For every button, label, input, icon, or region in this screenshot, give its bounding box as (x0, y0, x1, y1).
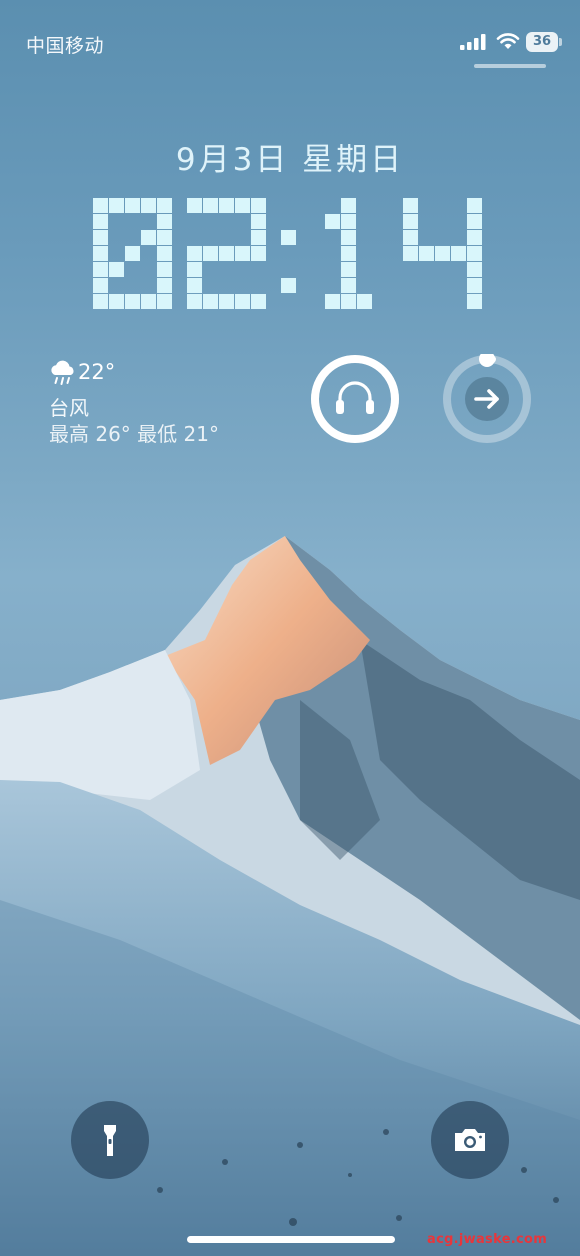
weather-high-low: 最高 26° 最低 21° (49, 422, 219, 446)
shortcut-widget[interactable] (442, 351, 532, 444)
clock-pixel (93, 230, 108, 245)
clock-pixel (157, 214, 172, 229)
clock-pixel (325, 214, 340, 229)
clock-pixel (467, 214, 482, 229)
clock-pixel (109, 294, 124, 309)
clock-pixel (203, 198, 218, 213)
clock-pixel (341, 214, 356, 229)
clock-pixel (187, 278, 202, 293)
clock-pixel (93, 262, 108, 277)
clock-pixel (467, 294, 482, 309)
clock-pixel (251, 294, 266, 309)
clock-pixel (93, 198, 108, 213)
carrier-name: 中国移动 (26, 35, 105, 57)
clock-pixel (251, 214, 266, 229)
weather-condition: 台风 (49, 396, 89, 420)
clock-pixel (467, 198, 482, 213)
clock-pixel (341, 294, 356, 309)
clock-pixel (357, 294, 372, 309)
weather-widget[interactable]: 22° 台风 最高 26° 最低 21° (48, 358, 278, 448)
wifi-icon (496, 33, 520, 49)
clock-pixel (93, 278, 108, 293)
headphones-battery-widget[interactable] (310, 354, 400, 444)
home-indicator[interactable] (187, 1236, 395, 1243)
clock-pixel (341, 278, 356, 293)
clock-pixel (235, 294, 250, 309)
clock-pixel (93, 246, 108, 261)
clock-pixel (125, 246, 140, 261)
battery-icon: 36 (526, 32, 562, 52)
clock-pixel (157, 230, 172, 245)
clock-pixel (235, 198, 250, 213)
clock-pixel (219, 246, 234, 261)
clock-pixel (187, 246, 202, 261)
clock-pixel (403, 230, 418, 245)
clock-pixel (403, 214, 418, 229)
headphones-ring (311, 355, 399, 443)
clock-pixel (341, 198, 356, 213)
clock-pixel (341, 230, 356, 245)
clock-pixel (157, 246, 172, 261)
cellular-signal-icon (460, 34, 486, 50)
lock-date: 9月3日 星期日 (175, 142, 405, 178)
clock-pixel (341, 246, 356, 261)
shortcut-ring (443, 351, 531, 443)
clock-pixel (281, 230, 296, 245)
clock-pixel (419, 246, 434, 261)
clock-pixel (141, 294, 156, 309)
clock-pixel (141, 230, 156, 245)
headphones-icon (336, 381, 374, 414)
clock-pixel (235, 246, 250, 261)
clock-pixel (157, 198, 172, 213)
clock-pixel (109, 262, 124, 277)
clock-pixel (467, 278, 482, 293)
control-center-indicator[interactable] (474, 64, 546, 68)
clock-pixel (325, 294, 340, 309)
clock-pixel (187, 198, 202, 213)
clock-pixel (403, 246, 418, 261)
clock-pixel (157, 278, 172, 293)
cloud-rain-icon (51, 360, 74, 385)
clock-pixel (435, 246, 450, 261)
clock-pixel (141, 198, 156, 213)
pixel-clock-digits (93, 198, 482, 309)
clock-pixel (93, 294, 108, 309)
clock-pixel (157, 294, 172, 309)
clock-pixel (187, 294, 202, 309)
weather-temperature: 22° (78, 360, 116, 384)
clock-pixel (157, 262, 172, 277)
clock-pixel (467, 262, 482, 277)
clock-pixel (203, 246, 218, 261)
clock-pixel (109, 198, 124, 213)
clock-pixel (467, 230, 482, 245)
clock-pixel (251, 246, 266, 261)
clock-pixel (451, 246, 466, 261)
clock-pixel (467, 246, 482, 261)
clock-pixel (251, 198, 266, 213)
flashlight-button[interactable] (71, 1101, 149, 1179)
battery-cap (559, 38, 562, 46)
clock-pixel (203, 294, 218, 309)
clock-pixel (403, 198, 418, 213)
battery-level: 36 (526, 32, 558, 52)
clock-pixel (341, 262, 356, 277)
clock-pixel (125, 198, 140, 213)
watermark: acg.jwaske.com (427, 1232, 548, 1247)
clock-pixel (281, 278, 296, 293)
lock-clock[interactable]: 02:14 (88, 198, 488, 310)
clock-pixel (93, 214, 108, 229)
clock-pixel (125, 294, 140, 309)
status-bar: 中国移动 36 (0, 0, 580, 80)
clock-pixel (187, 262, 202, 277)
clock-pixel (219, 198, 234, 213)
mountain-wallpaper (0, 536, 580, 1256)
camera-icon (455, 1129, 485, 1151)
clock-pixel (219, 294, 234, 309)
clock-pixel (251, 230, 266, 245)
camera-button[interactable] (431, 1101, 509, 1179)
flashlight-icon (104, 1125, 116, 1156)
